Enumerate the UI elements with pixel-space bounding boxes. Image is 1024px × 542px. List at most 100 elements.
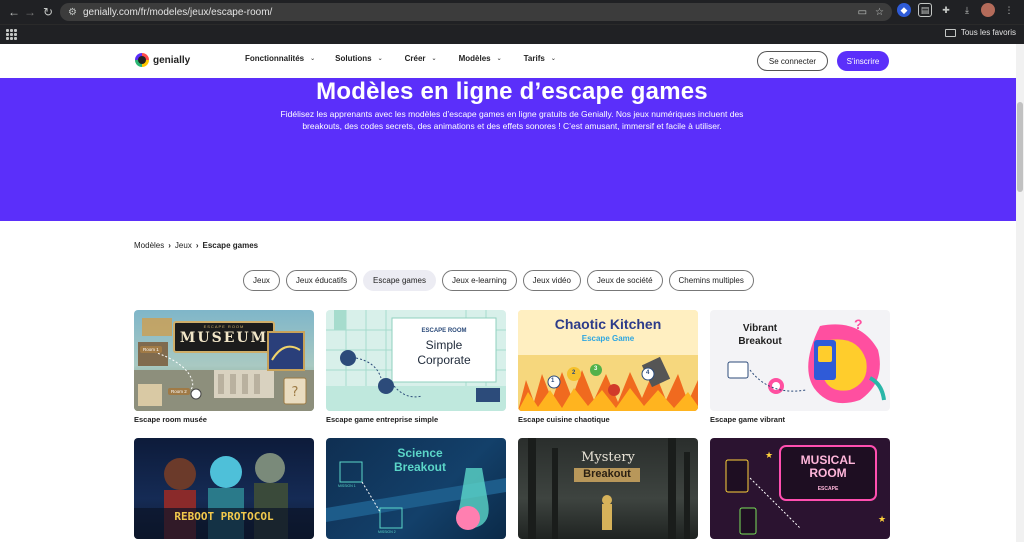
thumb-label: Room 2 xyxy=(168,388,190,395)
filter-chips: Jeux Jeux éducatifs Escape games Jeux e-… xyxy=(243,270,754,291)
all-bookmarks[interactable]: Tous les favoris xyxy=(944,28,1016,37)
bookmarks-bar: Tous les favoris xyxy=(0,24,1024,44)
chevron-right-icon: › xyxy=(168,241,171,250)
extensions-puzzle-icon[interactable]: ✚ xyxy=(939,3,953,17)
breadcrumb-current: Escape games xyxy=(202,241,259,250)
thumb-title: Vibrant Breakout xyxy=(738,323,782,347)
thumb-subtitle: Escape Game xyxy=(581,334,635,343)
address-bar[interactable]: ⚙ genially.com/fr/modeles/jeux/escape-ro… xyxy=(60,3,892,21)
filter-chip-jeux-e-learning[interactable]: Jeux e-learning xyxy=(441,270,517,291)
template-card[interactable]: ESCAPE ROOM Simple Corporate Escape game… xyxy=(326,310,506,424)
hero-banner: Modèles en ligne d’escape games Fidélise… xyxy=(0,78,1024,221)
template-title[interactable]: Escape cuisine chaotique xyxy=(518,415,698,424)
scrollbar-thumb[interactable] xyxy=(1017,102,1023,192)
template-card[interactable]: ? ESCAPE ROOM MUSEUM Room 1 Room 2 Escap… xyxy=(134,310,314,424)
thumb-label: 3 xyxy=(594,366,598,372)
template-thumbnail[interactable]: Mystery Breakout xyxy=(518,438,698,539)
template-thumbnail[interactable]: Vibrant Breakout ? xyxy=(710,310,890,411)
svg-text:★: ★ xyxy=(878,515,886,525)
thumb-label: 1 xyxy=(551,378,555,384)
reboot-illustration xyxy=(134,453,314,539)
login-button[interactable]: Se connecter xyxy=(757,51,828,71)
filter-chip-escape-games[interactable]: Escape games xyxy=(363,270,436,291)
page-scrollbar[interactable] xyxy=(1016,44,1024,542)
filter-chip-jeux-de-societe[interactable]: Jeux de société xyxy=(586,270,663,291)
template-card[interactable]: Mystery Breakout xyxy=(518,438,698,539)
template-title[interactable]: Escape room musée xyxy=(134,415,314,424)
chevron-down-icon: ⌄ xyxy=(377,56,383,62)
thumb-title: REBOOT PROTOCOL xyxy=(174,510,274,523)
thumb-label: MISSION 1 xyxy=(338,484,356,488)
chevron-down-icon: ⌄ xyxy=(496,56,502,62)
thumb-label: 4 xyxy=(646,370,650,376)
forward-icon[interactable]: → xyxy=(20,2,40,22)
filter-chip-chemins-multiples[interactable]: Chemins multiples xyxy=(668,270,754,291)
thumb-subtitle: Breakout xyxy=(583,468,631,480)
template-thumbnail[interactable]: ESCAPE ROOM Simple Corporate xyxy=(326,310,506,411)
filter-chip-jeux[interactable]: Jeux xyxy=(243,270,280,291)
nav-label: Créer xyxy=(404,54,426,63)
thumb-label: MISSION 2 xyxy=(378,530,396,534)
page-title: Modèles en ligne d’escape games xyxy=(316,78,708,105)
svg-text:?: ? xyxy=(292,385,299,400)
site-info-icon[interactable]: ⚙ xyxy=(68,7,77,18)
browser-toolbar: ← → ↻ ⚙ genially.com/fr/modeles/jeux/esc… xyxy=(0,0,1024,24)
template-thumbnail[interactable]: ? ESCAPE ROOM MUSEUM Room 1 Room 2 xyxy=(134,310,314,411)
genially-logo[interactable]: genially xyxy=(135,53,190,67)
signup-button[interactable]: S'inscrire xyxy=(837,51,889,71)
thumb-title: MUSEUM xyxy=(179,330,269,346)
nav-fonctionnalites[interactable]: Fonctionnalités ⌄ xyxy=(245,54,315,63)
nav-label: Modèles xyxy=(458,54,491,63)
download-icon[interactable]: ⤓ xyxy=(960,3,974,17)
breadcrumb: Modèles › Jeux › Escape games xyxy=(134,241,258,250)
extension-icon[interactable]: ▤ xyxy=(918,3,932,17)
template-card[interactable]: ★ ★ MUSICAL ROOM ESCAPE xyxy=(710,438,890,539)
nav-tarifs[interactable]: Tarifs ⌄ xyxy=(524,54,556,63)
reload-icon[interactable]: ↻ xyxy=(38,2,58,22)
profile-avatar[interactable] xyxy=(981,3,995,17)
template-title[interactable]: Escape game vibrant xyxy=(710,415,890,424)
thumb-label: Room 1 xyxy=(140,346,162,353)
nav-label: Solutions xyxy=(335,54,372,63)
nav-modeles[interactable]: Modèles ⌄ xyxy=(459,54,502,63)
chevron-down-icon: ⌄ xyxy=(550,56,556,62)
thumb-title: Simple Corporate xyxy=(417,338,471,367)
hero-description: Fidélisez les apprenants avec les modèle… xyxy=(280,109,744,131)
thumb-subtitle: ESCAPE ROOM xyxy=(421,328,467,334)
url-text: genially.com/fr/modeles/jeux/escape-room… xyxy=(82,6,273,18)
install-icon[interactable]: ▭ xyxy=(858,7,867,18)
nav-solutions[interactable]: Solutions ⌄ xyxy=(335,54,382,63)
all-bookmarks-label: Tous les favoris xyxy=(960,28,1016,37)
thumb-label: 2 xyxy=(572,370,576,376)
apps-grid-icon[interactable] xyxy=(6,29,17,40)
template-card[interactable]: Vibrant Breakout ? Escape game vibrant xyxy=(710,310,890,424)
template-title[interactable]: Escape game entreprise simple xyxy=(326,415,506,424)
thumb-title: Science Breakout xyxy=(393,446,446,474)
thumb-title: MUSICAL ROOM xyxy=(800,453,856,480)
template-thumbnail[interactable]: Science Breakout MISSION 1 MISSION 2 xyxy=(326,438,506,539)
template-thumbnail[interactable]: REBOOT PROTOCOL xyxy=(134,438,314,539)
site-header: genially Fonctionnalités ⌄ Solutions ⌄ Cré… xyxy=(0,44,1024,78)
thumb-title: Chaotic Kitchen xyxy=(554,316,662,332)
template-card[interactable]: REBOOT PROTOCOL xyxy=(134,438,314,539)
main-nav: Fonctionnalités ⌄ Solutions ⌄ Créer ⌄ Modèl… xyxy=(245,54,556,63)
thumb-subtitle: ESCAPE ROOM xyxy=(203,324,245,329)
nav-label: Tarifs xyxy=(523,54,545,63)
breadcrumb-item[interactable]: Jeux xyxy=(175,241,192,250)
bookmark-star-icon[interactable]: ☆ xyxy=(875,7,884,18)
chevron-down-icon: ⌄ xyxy=(431,56,437,62)
extension-icon[interactable]: ◆ xyxy=(897,3,911,17)
filter-chip-jeux-educatifs[interactable]: Jeux éducatifs xyxy=(285,270,358,291)
breadcrumb-item[interactable]: Modèles xyxy=(134,241,164,250)
template-thumbnail[interactable]: ★ ★ MUSICAL ROOM ESCAPE xyxy=(710,438,890,539)
logo-text: genially xyxy=(153,54,191,66)
nav-creer[interactable]: Créer ⌄ xyxy=(405,54,437,63)
menu-kebab-icon[interactable]: ⋮ xyxy=(1002,3,1016,17)
svg-text:★: ★ xyxy=(765,451,773,461)
template-card[interactable]: Chaotic Kitchen Escape Game 1 2 3 4 Esca… xyxy=(518,310,698,424)
thumb-title: Mystery xyxy=(581,450,635,465)
filter-chip-jeux-video[interactable]: Jeux vidéo xyxy=(522,270,581,291)
template-card[interactable]: Science Breakout MISSION 1 MISSION 2 xyxy=(326,438,506,539)
thumb-subtitle: ESCAPE xyxy=(817,486,839,492)
template-thumbnail[interactable]: Chaotic Kitchen Escape Game 1 2 3 4 xyxy=(518,310,698,411)
